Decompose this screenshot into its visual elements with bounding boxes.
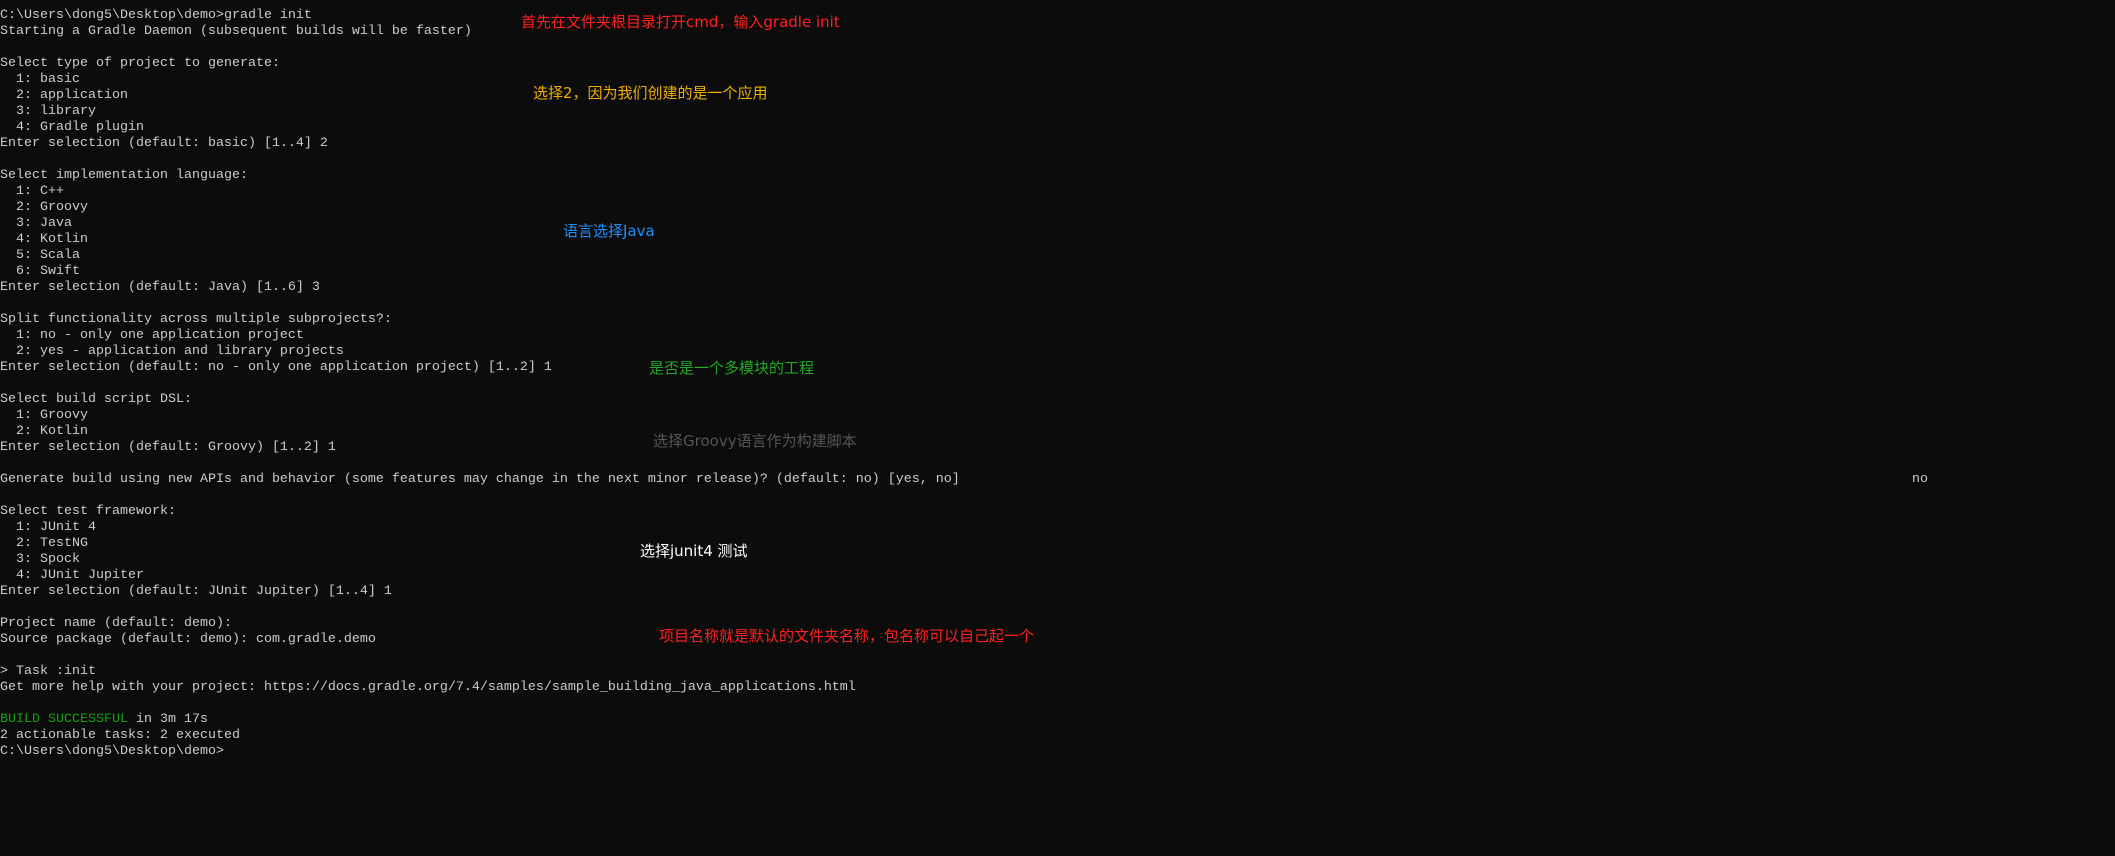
annotation-open-cmd: 首先在文件夹根目录打开cmd，输入gradle init [521,13,840,31]
terminal-line: Select build script DSL: [0,392,192,407]
terminal-line: 2: application [0,88,128,103]
terminal-line: 3: Java [0,216,72,231]
terminal-line: 1: JUnit 4 [0,520,96,535]
terminal-line: Starting a Gradle Daemon (subsequent bui… [0,24,472,39]
terminal-line: Enter selection (default: Groovy) [1..2]… [0,440,336,455]
annotation-junit4: 选择junit4 测试 [640,542,748,560]
new-api-answer: no [1912,472,1928,487]
annotation-select-java: 语言选择Java [563,222,655,240]
terminal-line: C:\Users\dong5\Desktop\demo> [0,744,224,759]
annotation-groovy-dsl: 选择Groovy语言作为构建脚本 [653,432,857,450]
annotation-project-name: 项目名称就是默认的文件夹名称，包名称可以自己起一个 [659,627,1035,645]
terminal-line: 2: TestNG [0,536,88,551]
terminal-line: 3: Spock [0,552,80,567]
terminal-line: Get more help with your project: https:/… [0,680,856,695]
terminal-output: C:\Users\dong5\Desktop\demo>gradle init S… [0,8,2115,760]
terminal-line: 1: basic [0,72,80,87]
terminal-line: 2: yes - application and library project… [0,344,344,359]
terminal-line: Enter selection (default: no - only one … [0,360,552,375]
terminal-line: C:\Users\dong5\Desktop\demo>gradle init [0,8,312,23]
terminal-line: BUILD SUCCESSFUL in 3m 17s [0,712,2115,728]
terminal-line: 5: Scala [0,248,80,263]
terminal-line: 1: Groovy [0,408,88,423]
terminal-line: Split functionality across multiple subp… [0,312,392,327]
terminal-line: 4: Gradle plugin [0,120,144,135]
terminal-line: Project name (default: demo): [0,616,232,631]
terminal-line: 2: Kotlin [0,424,88,439]
terminal-line: Enter selection (default: Java) [1..6] 3 [0,280,320,295]
terminal-line: Enter selection (default: JUnit Jupiter)… [0,584,392,599]
terminal-line: Enter selection (default: basic) [1..4] … [0,136,328,151]
terminal-line: 4: Kotlin [0,232,88,247]
terminal-line: Select test framework: [0,504,176,519]
build-status: BUILD SUCCESSFUL [0,712,128,727]
terminal-line: 6: Swift [0,264,80,279]
terminal-line: 2 actionable tasks: 2 executed [0,728,240,743]
terminal-line: > Task :init [0,664,96,679]
build-duration: in 3m 17s [127,712,208,727]
terminal-line: 4: JUnit Jupiter [0,568,144,583]
annotation-select-application: 选择2，因为我们创建的是一个应用 [533,84,768,102]
terminal-line: Generate build using new APIs and behavi… [0,472,960,487]
terminal-line: Source package (default: demo): com.grad… [0,632,376,647]
terminal-line: Select implementation language: [0,168,248,183]
terminal-line: 1: no - only one application project [0,328,304,343]
terminal-line: 3: library [0,104,96,119]
annotation-multi-module: 是否是一个多模块的工程 [649,359,815,377]
terminal-line: 2: Groovy [0,200,88,215]
terminal-line: Select type of project to generate: [0,56,280,71]
terminal-line: 1: C++ [0,184,64,199]
